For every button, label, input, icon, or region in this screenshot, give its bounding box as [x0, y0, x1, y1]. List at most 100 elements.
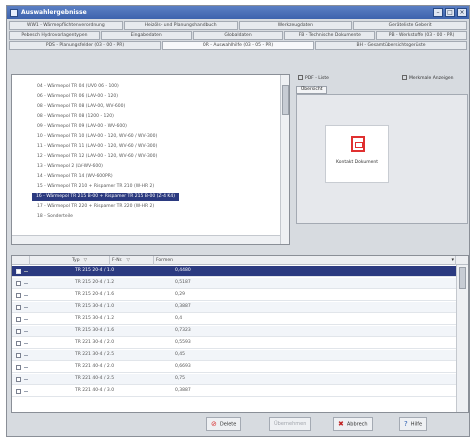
- apply-label: Übernehmen: [274, 421, 307, 427]
- cell-typ: TR 215 30-4 / 1.6: [75, 328, 115, 333]
- cell-formen: 0,75: [175, 376, 186, 381]
- show-attributes-button[interactable]: Merkmale Anzeigen: [402, 75, 454, 82]
- maximize-button[interactable]: □: [445, 8, 455, 17]
- tree-item[interactable]: 13 - Wärmepol 2 (LV-WV-600): [37, 163, 103, 171]
- header-typ[interactable]: Typ ▽: [70, 256, 110, 265]
- tab-auswahlhilfe[interactable]: 0R - Auswahlhilfe (03 - 05 - PR): [162, 41, 314, 50]
- cell-formen: 0,5187: [175, 280, 191, 285]
- grid-scroll-thumb[interactable]: [459, 267, 466, 289]
- row-checkbox[interactable]: [16, 317, 21, 322]
- row-checkbox[interactable]: [16, 269, 21, 274]
- chevron-down-icon[interactable]: ▾: [451, 257, 454, 263]
- header-select: [12, 256, 30, 265]
- tree-item[interactable]: 12 - Wärmepol TR 12 (LAV-00 - 120, WV-60…: [37, 153, 157, 161]
- tab-eingabedaten[interactable]: Eingabedaten: [100, 31, 192, 40]
- cell-formen: 0,5593: [175, 340, 191, 345]
- close-button[interactable]: ×: [457, 8, 467, 17]
- help-label: Hilfe: [410, 421, 423, 428]
- tree-item[interactable]: 17 - Wärmepol TR 220 + Rispamer TR 220 (…: [37, 203, 154, 211]
- tree-item[interactable]: 08 - Wärmepol TR 08 (LAV-00, WV-600): [37, 103, 125, 111]
- row-checkbox[interactable]: [16, 389, 21, 394]
- tree-item[interactable]: 16 - Wärmepol TR 215 B-00 + Rispamer TR …: [32, 193, 179, 201]
- tree-item[interactable]: 08 - Wärmepol TR 08 (1200 - 120): [37, 113, 114, 121]
- tab-werkzeugdaten[interactable]: Werkzeugdaten: [238, 21, 353, 30]
- table-row[interactable]: TR 215 20-4 / 1.2 0,5187: [12, 278, 456, 289]
- tab-row-1: WW1 - Wärmepflichtenverordnung Heizöls- …: [9, 21, 468, 30]
- tree-scroll-thumb[interactable]: [282, 85, 289, 115]
- pdf-list-label: PDF - Liste: [305, 76, 329, 81]
- table-row[interactable]: TR 221 40-4 / 2.0 0,6693: [12, 362, 456, 373]
- row-checkbox[interactable]: [16, 281, 21, 286]
- pdf-list-button[interactable]: PDF - Liste: [298, 75, 329, 82]
- cell-typ: TR 221 30-4 / 2.0: [75, 340, 115, 345]
- pdf-icon: [298, 75, 303, 80]
- tree-item[interactable]: 11 - Wärmepol TR 11 (LAV-00 - 120, WV-60…: [37, 143, 157, 151]
- row-checkbox[interactable]: [16, 329, 21, 334]
- app-icon: [10, 8, 18, 17]
- filter-icon[interactable]: ▽: [126, 256, 129, 265]
- tree-item[interactable]: 15 - Wärmepol TR 210 + Rispamer TR 210 (…: [37, 183, 154, 191]
- delete-button[interactable]: ⊘ Delete: [206, 417, 242, 431]
- cell-typ: TR 221 40-4 / 3.0: [75, 388, 115, 393]
- tab-geräteliste[interactable]: Geräteliste Geberit: [353, 21, 467, 30]
- header-fnr[interactable]: F-Nr. ▽: [110, 256, 154, 265]
- tab-planungsfelder[interactable]: PDS - Planungsfelder (03 - 00 - PR): [9, 41, 161, 50]
- help-button[interactable]: ? Hilfe: [399, 417, 428, 431]
- tab-hydrovorlagentypen[interactable]: Pebesch Hydrovorlagentypen: [9, 31, 100, 40]
- table-row[interactable]: TR 221 30-4 / 2.5 0,45: [12, 350, 456, 361]
- help-icon: ?: [404, 420, 408, 428]
- row-marker: [24, 319, 28, 320]
- table-row[interactable]: TR 221 40-4 / 2.5 0,75: [12, 374, 456, 385]
- table-row[interactable]: TR 221 30-4 / 2.0 0,5593: [12, 338, 456, 349]
- tab-globaldaten[interactable]: Globaldaten: [192, 31, 284, 40]
- row-checkbox[interactable]: [16, 341, 21, 346]
- table-row[interactable]: TR 215 20-4 / 1.6 0,29: [12, 290, 456, 301]
- tree-item[interactable]: 10 - Wärmepol TR 10 (LAV-00 - 120, WV-60…: [37, 133, 157, 141]
- grid-header: Typ ▽ F-Nr. ▽ Formen ▾: [12, 256, 468, 265]
- tab-technische-dokumente[interactable]: FB - Technische Dokumente: [284, 31, 376, 40]
- cancel-button[interactable]: ✖ Abbrech: [333, 417, 373, 431]
- header-formen[interactable]: Formen: [154, 256, 456, 265]
- header-typ-label: Typ: [72, 258, 80, 263]
- row-marker: [24, 391, 28, 392]
- row-checkbox[interactable]: [16, 293, 21, 298]
- tab-overview[interactable]: Übersicht: [296, 86, 328, 94]
- tab-gesamtübersicht[interactable]: BH - Gesamtübersichtsgerüste: [315, 41, 467, 50]
- minimize-button[interactable]: –: [433, 8, 443, 17]
- tree-item[interactable]: 04 - Wärmepol TR 04 (UV0 06 - 100): [37, 83, 119, 91]
- apply-button[interactable]: Übernehmen: [269, 417, 312, 431]
- tree-item[interactable]: 14 - Wärmepol TR 14 (WV-600PR): [37, 173, 113, 181]
- row-checkbox[interactable]: [16, 377, 21, 382]
- row-marker: [24, 331, 28, 332]
- row-marker: [24, 367, 28, 368]
- tree-item[interactable]: 06 - Wärmepol TR 06 (LAV-00 - 120): [37, 93, 118, 101]
- row-marker: [24, 283, 28, 284]
- tree-item[interactable]: 18 - Sonderteile: [37, 213, 73, 221]
- document-tile[interactable]: Kontakt Dokument: [325, 125, 389, 183]
- table-row[interactable]: TR 215 30-4 / 1.2 0,4: [12, 314, 456, 325]
- table-row[interactable]: TR 215 30-4 / 1.0 0,3887: [12, 302, 456, 313]
- tree-vertical-scrollbar[interactable]: [280, 75, 289, 244]
- filter-icon[interactable]: ▽: [84, 256, 87, 265]
- overview-content: Kontakt Dokument: [296, 94, 468, 224]
- cell-formen: 0,6693: [175, 364, 191, 369]
- row-marker: [24, 355, 28, 356]
- tab-planungshandbuch[interactable]: Heizöls- und Planungshandbuch: [123, 21, 238, 30]
- tree-item[interactable]: 09 - Wärmepol TR 09 (LAV-00 - WV-600): [37, 123, 127, 131]
- cell-formen: 0,29: [175, 292, 186, 297]
- cell-formen: 0,45: [175, 352, 186, 357]
- table-row[interactable]: TR 215 30-4 / 1.6 0,7323: [12, 326, 456, 337]
- cell-typ: TR 221 40-4 / 2.0: [75, 364, 115, 369]
- row-checkbox[interactable]: [16, 365, 21, 370]
- tree-horizontal-scrollbar[interactable]: [12, 235, 280, 244]
- detail-toolbar: PDF - Liste Merkmale Anzeigen: [294, 74, 468, 84]
- row-checkbox[interactable]: [16, 353, 21, 358]
- document-label: Kontakt Dokument: [336, 160, 378, 165]
- grid-vertical-scrollbar[interactable]: [456, 265, 468, 412]
- tab-wärmepflichtenverordnung[interactable]: WW1 - Wärmepflichtenverordnung: [9, 21, 123, 30]
- window-title: Auswahlergebnisse: [21, 9, 87, 16]
- row-checkbox[interactable]: [16, 305, 21, 310]
- table-row[interactable]: TR 221 40-4 / 3.0 0,3887: [12, 386, 456, 397]
- table-row[interactable]: TR 215 20-4 / 1.0 0,4480: [12, 266, 456, 277]
- tab-werkstoffe[interactable]: PB - Werkstoffe (03 - 00 - PR): [376, 31, 467, 40]
